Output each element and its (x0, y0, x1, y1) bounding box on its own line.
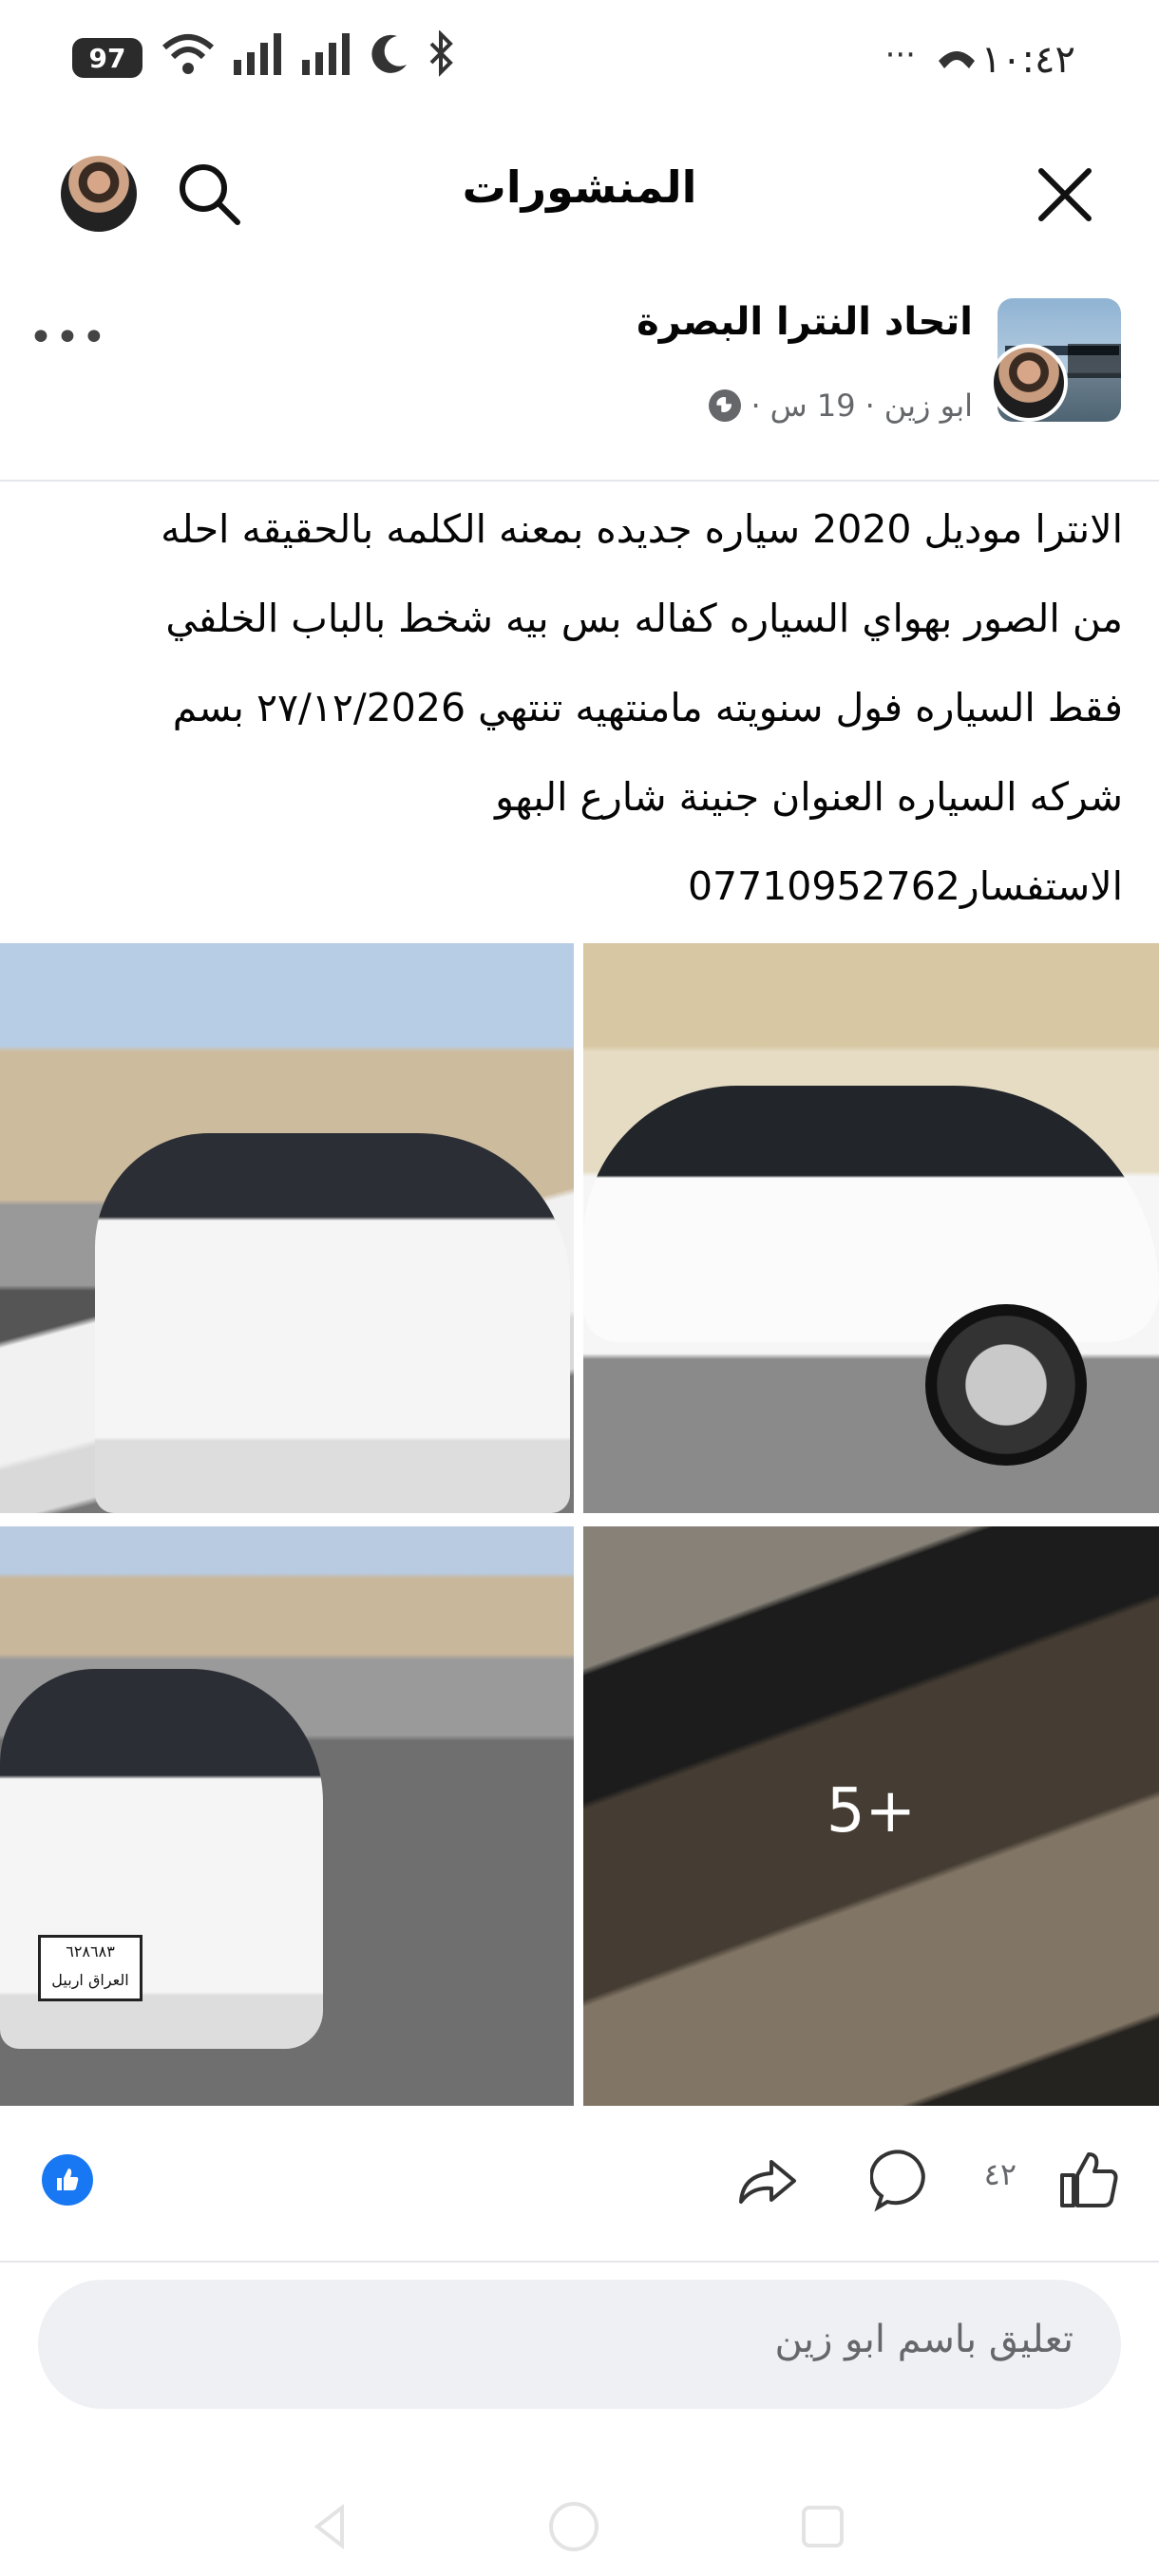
divider (0, 480, 1159, 482)
comment-input[interactable]: تعليق باسم ابو زين (38, 2280, 1121, 2409)
status-bar: 97 ··· ١٠:٤٢ (0, 0, 1159, 123)
like-count[interactable]: ٤٢ (984, 2156, 1016, 2192)
post-meta: ابو زين · 19 س · (709, 388, 973, 424)
wifi-icon (162, 34, 214, 74)
system-nav-bar (0, 2470, 1159, 2576)
post-photo-3[interactable]: ٦٢٨٦٨٣ العراق اربيل (0, 1526, 574, 2106)
meta-separator: · (864, 388, 875, 424)
post-text: الانترا موديل 2020 سياره جديده بمعنه الك… (161, 506, 1123, 909)
close-icon[interactable] (1032, 161, 1098, 228)
page-title: المنشورات (462, 161, 697, 213)
post-time[interactable]: 19 س (770, 388, 856, 424)
share-icon[interactable] (733, 2147, 800, 2213)
author-avatar[interactable] (990, 344, 1068, 422)
globe-icon (709, 389, 742, 422)
clock: ١٠:٤٢ (980, 38, 1075, 82)
back-nav-icon[interactable] (304, 2498, 361, 2555)
more-status-indicator: ··· (884, 36, 916, 74)
recents-nav-icon[interactable] (794, 2498, 851, 2555)
group-name[interactable]: اتحاد النترا البصرة (636, 300, 973, 344)
comment-icon[interactable] (870, 2147, 937, 2213)
bluetooth-icon (429, 30, 453, 77)
post-header: ••• اتحاد النترا البصرة ابو زين · 19 س · (0, 285, 1159, 446)
license-plate: ٦٢٨٦٨٣ العراق اربيل (38, 1935, 142, 2001)
home-nav-icon[interactable] (545, 2498, 602, 2555)
status-icons (160, 30, 458, 78)
author-name[interactable]: ابو زين (884, 388, 973, 424)
more-photos-count[interactable]: 5+ (583, 1776, 1159, 1847)
divider-2 (0, 2261, 1159, 2263)
signal-icon-2 (302, 33, 350, 75)
comment-placeholder: تعليق باسم ابو زين (774, 2318, 1074, 2361)
post-photo-2[interactable] (583, 943, 1159, 1513)
like-reaction-icon[interactable] (42, 2154, 93, 2206)
status-icons-right: ··· (885, 36, 978, 74)
call-icon (939, 51, 975, 68)
top-bar: المنشورات (0, 133, 1159, 247)
more-options-icon[interactable]: ••• (28, 313, 108, 362)
meta-separator-2: · (750, 388, 761, 424)
like-icon[interactable] (1056, 2147, 1123, 2213)
reaction-bar: ٤٢ (0, 2118, 1159, 2242)
signal-icon (234, 33, 281, 75)
battery-indicator: 97 (72, 38, 142, 78)
moon-icon (371, 34, 407, 73)
post-photo-1[interactable] (0, 943, 574, 1513)
